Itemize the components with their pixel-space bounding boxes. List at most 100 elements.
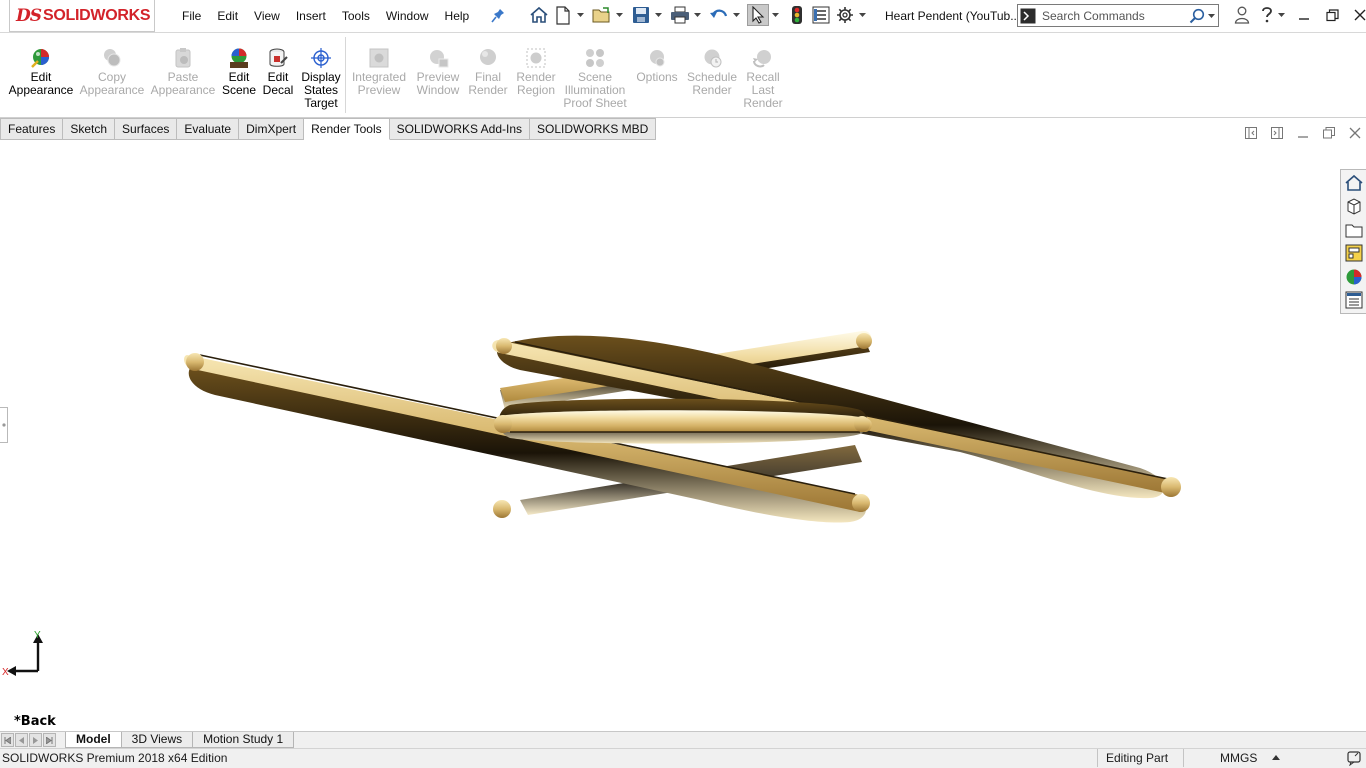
tab-surfaces[interactable]: Surfaces [115, 118, 178, 140]
tab-render-tools[interactable]: Render Tools [304, 118, 390, 140]
tile-left-icon[interactable] [1242, 124, 1260, 142]
save-dropdown-icon[interactable] [654, 4, 663, 26]
final-render-button[interactable]: Final Render [467, 47, 509, 97]
gold-pendant-model[interactable] [0, 141, 1366, 731]
save-icon[interactable] [630, 4, 652, 26]
doc-restore-icon[interactable] [1320, 124, 1338, 142]
first-tab-arrow-icon[interactable] [1, 733, 14, 747]
copy-appearance-label: Copy Appearance [79, 70, 145, 97]
tab-evaluate[interactable]: Evaluate [177, 118, 240, 140]
ribbon-separator [345, 37, 346, 113]
print-dropdown-icon[interactable] [693, 4, 702, 26]
solidworks-logo[interactable]: DS SOLIDWORKS [9, 0, 155, 32]
search-icon[interactable] [1188, 7, 1206, 25]
render-region-button[interactable]: Render Region [514, 47, 558, 97]
undo-dropdown-icon[interactable] [732, 4, 741, 26]
new-document-icon[interactable] [552, 4, 574, 26]
tab-model[interactable]: Model [65, 732, 122, 748]
open-dropdown-icon[interactable] [615, 4, 624, 26]
pin-icon[interactable] [491, 8, 505, 24]
user-account-icon[interactable] [1230, 4, 1254, 26]
copy-appearance-icon [101, 47, 123, 69]
preview-window-button[interactable]: Preview Window [413, 47, 463, 97]
last-tab-arrow-icon[interactable] [43, 733, 56, 747]
menu-edit[interactable]: Edit [209, 8, 246, 24]
options-dropdown-icon[interactable] [858, 4, 867, 26]
copy-appearance-button[interactable]: Copy Appearance [80, 47, 144, 97]
scene-illumination-proof-sheet-button[interactable]: Scene Illumination Proof Sheet [563, 47, 627, 110]
doc-close-icon[interactable] [1346, 124, 1364, 142]
tab-solidworks-mbd[interactable]: SOLIDWORKS MBD [530, 118, 657, 140]
menu-window[interactable]: Window [378, 8, 437, 24]
new-dropdown-icon[interactable] [576, 4, 585, 26]
doc-minimize-icon[interactable] [1294, 124, 1312, 142]
render-region-label: Render Region [516, 70, 556, 97]
paste-appearance-button[interactable]: Paste Appearance [151, 47, 215, 97]
restore-icon[interactable] [1320, 4, 1344, 26]
tab-sketch[interactable]: Sketch [63, 118, 116, 140]
edit-scene-button[interactable]: Edit Scene [222, 47, 256, 97]
solidworks-resources-home-icon[interactable] [1343, 172, 1365, 194]
help-question-icon[interactable] [1258, 4, 1288, 26]
tab-motion-study-1[interactable]: Motion Study 1 [192, 732, 295, 748]
preview-window-icon [427, 47, 449, 69]
ds-logo-mark: DS [16, 5, 42, 26]
edit-decal-label: Edit Decal [262, 70, 294, 97]
recall-last-render-icon [752, 47, 774, 69]
edit-decal-icon [267, 47, 289, 69]
document-title: Heart Pendent (YouTub... [885, 9, 1021, 23]
tile-right-icon[interactable] [1268, 124, 1286, 142]
rebuild-traffic-light-icon[interactable] [786, 4, 808, 26]
edit-appearance-button[interactable]: Edit Appearance [9, 47, 73, 97]
edit-scene-icon [228, 47, 250, 69]
undo-icon[interactable] [708, 4, 730, 26]
menu-file[interactable]: File [174, 8, 209, 24]
tab-features[interactable]: Features [0, 118, 64, 140]
feature-manager-expand-handle[interactable] [0, 407, 8, 443]
reference-triad: Y X [2, 630, 43, 678]
menu-help[interactable]: Help [437, 8, 478, 24]
menu-view[interactable]: View [246, 8, 288, 24]
final-render-icon [477, 47, 499, 69]
tab-solidworks-add-ins[interactable]: SOLIDWORKS Add-Ins [389, 118, 530, 140]
prev-tab-arrow-icon[interactable] [15, 733, 28, 747]
tab-3d-views[interactable]: 3D Views [120, 732, 194, 748]
edit-decal-button[interactable]: Edit Decal [262, 47, 294, 97]
command-manager-tabs: Features Sketch Surfaces Evaluate DimXpe… [0, 118, 657, 140]
integrated-preview-button[interactable]: Integrated Preview [349, 47, 409, 97]
search-input[interactable] [1042, 6, 1182, 25]
recall-last-render-button[interactable]: Recall Last Render [742, 47, 784, 110]
solidworks-wordmark: SOLIDWORKS [43, 6, 151, 24]
select-cursor-icon[interactable] [747, 4, 769, 26]
command-prompt-icon[interactable] [1018, 5, 1038, 26]
open-folder-icon[interactable] [591, 4, 613, 26]
schedule-render-button[interactable]: Schedule Render [685, 47, 739, 97]
display-states-target-button[interactable]: Display States Target [299, 47, 343, 110]
close-icon[interactable] [1348, 4, 1366, 26]
appearances-scenes-decals-icon[interactable] [1343, 266, 1365, 288]
unit-system[interactable]: MMGS [1183, 749, 1257, 767]
custom-properties-icon[interactable] [1343, 290, 1365, 312]
graphics-area[interactable]: Y X *Back [0, 141, 1366, 731]
edit-appearance-label: Edit Appearance [8, 70, 74, 97]
print-icon[interactable] [669, 4, 691, 26]
select-dropdown-icon[interactable] [771, 4, 780, 26]
view-palette-icon[interactable] [1343, 243, 1365, 265]
options-button[interactable]: Options [633, 47, 681, 84]
search-commands-box [1017, 4, 1219, 27]
quick-tips-icon[interactable] [1346, 750, 1362, 766]
window-controls [1226, 4, 1366, 26]
next-tab-arrow-icon[interactable] [29, 733, 42, 747]
unit-system-up-arrow-icon[interactable] [1272, 755, 1280, 760]
home-icon[interactable] [528, 4, 550, 26]
tab-dimxpert[interactable]: DimXpert [239, 118, 305, 140]
menu-insert[interactable]: Insert [288, 8, 334, 24]
options-gear-icon[interactable] [834, 4, 856, 26]
file-properties-icon[interactable] [810, 4, 832, 26]
search-dropdown-icon[interactable] [1206, 13, 1216, 18]
file-explorer-icon[interactable] [1343, 219, 1365, 241]
paste-appearance-icon [172, 47, 194, 69]
menu-tools[interactable]: Tools [334, 8, 378, 24]
minimize-icon[interactable] [1292, 4, 1316, 26]
design-library-icon[interactable] [1343, 196, 1365, 218]
